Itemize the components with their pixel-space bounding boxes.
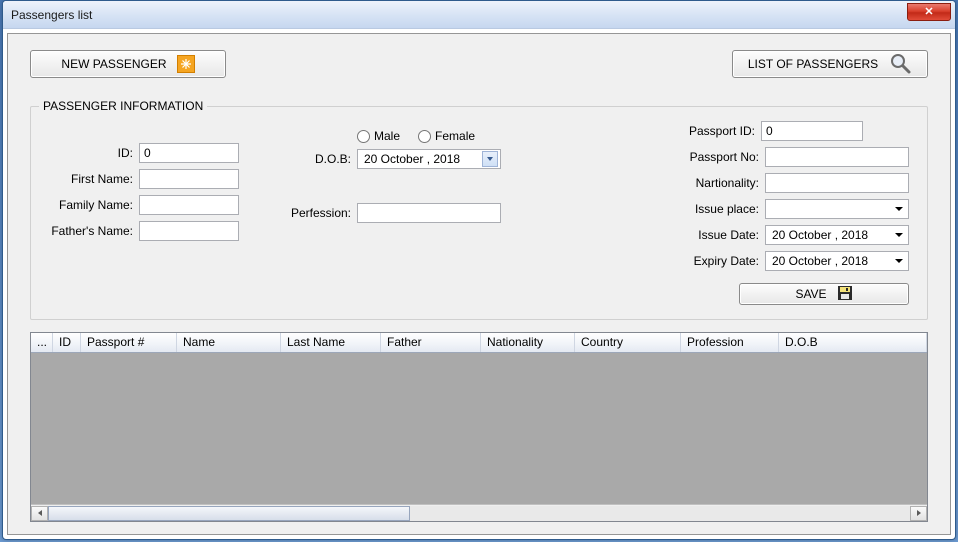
expiry-date-picker[interactable]: 20 October , 2018 [765, 251, 909, 271]
grid-col-passport[interactable]: Passport # [81, 333, 177, 352]
label-first-name: First Name: [49, 172, 133, 186]
label-id: ID: [49, 146, 133, 160]
grid-hscrollbar[interactable] [31, 504, 927, 521]
grid-col-father[interactable]: Father [381, 333, 481, 352]
new-passenger-button[interactable]: NEW PASSENGER [30, 50, 226, 78]
grid-body [31, 353, 927, 504]
grid-col-lastname[interactable]: Last Name [281, 333, 381, 352]
scroll-thumb[interactable] [48, 506, 410, 521]
list-of-passengers-label: LIST OF PASSENGERS [748, 57, 878, 71]
col-right: Passport ID: Passport No: Nartionality: … [559, 121, 909, 305]
first-name-field[interactable] [139, 169, 239, 189]
close-icon: ✕ [924, 7, 933, 18]
chevron-down-icon [892, 254, 906, 268]
female-radio-input[interactable] [418, 130, 431, 143]
male-radio[interactable]: Male [357, 129, 400, 143]
id-field[interactable] [139, 143, 239, 163]
chevron-down-icon [892, 202, 906, 216]
issue-place-combo[interactable] [765, 199, 909, 219]
label-issue-place: Issue place: [679, 202, 759, 216]
window-title: Passengers list [11, 8, 92, 22]
new-icon [177, 55, 195, 73]
profession-field[interactable] [357, 203, 501, 223]
scroll-left-button[interactable] [31, 506, 48, 521]
label-passport-id: Passport ID: [675, 124, 755, 138]
label-nationality: Nartionality: [679, 176, 759, 190]
passenger-info-group: PASSENGER INFORMATION ID: First Name: Fa… [30, 106, 928, 320]
fathers-name-field[interactable] [139, 221, 239, 241]
female-radio[interactable]: Female [418, 129, 475, 143]
grid-header: ... ID Passport # Name Last Name Father … [31, 333, 927, 353]
dob-value: 20 October , 2018 [364, 152, 460, 166]
grid-col-profession[interactable]: Profession [681, 333, 779, 352]
female-label: Female [435, 129, 475, 143]
group-title: PASSENGER INFORMATION [39, 99, 207, 113]
issue-date-value: 20 October , 2018 [772, 228, 868, 242]
grid-col-select[interactable]: ... [31, 333, 53, 352]
toolbar: NEW PASSENGER LIST OF PASSENGERS [30, 50, 928, 78]
chevron-down-icon [892, 228, 906, 242]
col-middle: Male Female D.O.B: 20 October , 2018 [289, 121, 549, 305]
grid-col-name[interactable]: Name [177, 333, 281, 352]
save-button[interactable]: SAVE [739, 283, 909, 305]
family-name-field[interactable] [139, 195, 239, 215]
search-icon [888, 51, 912, 78]
label-family-name: Family Name: [49, 198, 133, 212]
scroll-track[interactable] [48, 506, 910, 521]
passport-id-field[interactable] [761, 121, 863, 141]
close-button[interactable]: ✕ [907, 3, 951, 21]
col-left: ID: First Name: Family Name: Father's Na… [49, 121, 279, 305]
titlebar: Passengers list ✕ [3, 1, 955, 29]
new-passenger-label: NEW PASSENGER [61, 57, 166, 71]
label-passport-no: Passport No: [679, 150, 759, 164]
save-label: SAVE [795, 287, 826, 301]
list-of-passengers-button[interactable]: LIST OF PASSENGERS [732, 50, 928, 78]
label-expiry-date: Expiry Date: [679, 254, 759, 268]
window: Passengers list ✕ NEW PASSENGER LIST OF … [2, 0, 956, 540]
floppy-icon [837, 285, 853, 304]
passengers-grid[interactable]: ... ID Passport # Name Last Name Father … [30, 332, 928, 522]
label-profession: Perfession: [289, 206, 351, 220]
issue-date-picker[interactable]: 20 October , 2018 [765, 225, 909, 245]
scroll-right-button[interactable] [910, 506, 927, 521]
grid-col-country[interactable]: Country [575, 333, 681, 352]
nationality-field[interactable] [765, 173, 909, 193]
label-dob: D.O.B: [289, 152, 351, 166]
calendar-icon [482, 151, 498, 167]
grid-col-dob[interactable]: D.O.B [779, 333, 927, 352]
male-radio-input[interactable] [357, 130, 370, 143]
passport-no-field[interactable] [765, 147, 909, 167]
client-area: NEW PASSENGER LIST OF PASSENGERS PASSENG… [7, 33, 951, 535]
label-issue-date: Issue Date: [679, 228, 759, 242]
grid-col-nationality[interactable]: Nationality [481, 333, 575, 352]
label-fathers-name: Father's Name: [49, 224, 133, 238]
expiry-date-value: 20 October , 2018 [772, 254, 868, 268]
grid-col-id[interactable]: ID [53, 333, 81, 352]
male-label: Male [374, 129, 400, 143]
form-grid: ID: First Name: Family Name: Father's Na… [49, 121, 909, 305]
dob-datepicker[interactable]: 20 October , 2018 [357, 149, 501, 169]
